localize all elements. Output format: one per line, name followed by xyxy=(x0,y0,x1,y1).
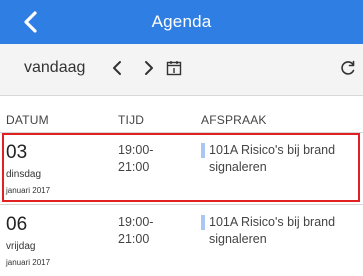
agenda-row[interactable]: 03 dinsdag januari 2017 19:00- 21:00 101… xyxy=(0,133,363,204)
calendar-button[interactable] xyxy=(166,60,182,76)
column-header-time: TIJD xyxy=(118,113,145,127)
row-time: 19:00- 21:00 xyxy=(118,214,178,248)
agenda-row[interactable]: 06 vrijdag januari 2017 19:00- 21:00 101… xyxy=(0,205,363,276)
refresh-button[interactable] xyxy=(339,59,357,77)
row-weekday: vrijdag xyxy=(6,241,36,252)
chevron-right-icon xyxy=(145,61,153,75)
next-button[interactable] xyxy=(142,59,156,77)
row-appointment-line2: signaleren xyxy=(209,232,267,246)
calendar-icon xyxy=(166,61,182,76)
date-toolbar: vandaag xyxy=(0,44,363,96)
row-day: 03 xyxy=(6,142,28,163)
row-appointment-line2: signaleren xyxy=(209,160,267,174)
row-month: januari 2017 xyxy=(6,258,51,267)
today-button[interactable]: vandaag xyxy=(24,59,85,77)
row-time-end: 21:00 xyxy=(118,232,150,246)
column-header-appointment: AFSPRAAK xyxy=(201,113,267,127)
refresh-icon xyxy=(341,60,355,75)
row-weekday: dinsdag xyxy=(6,169,42,180)
page-title: Agenda xyxy=(151,12,212,31)
row-time-end: 21:00 xyxy=(118,160,150,174)
app-header: Agenda xyxy=(0,0,363,44)
appointment-color-bar xyxy=(201,215,205,230)
appointment-color-bar xyxy=(201,143,205,158)
row-time-start: 19:00- xyxy=(118,143,154,157)
row-month: januari 2017 xyxy=(6,186,51,195)
row-appointment-line1: 101A Risico's bij brand xyxy=(209,143,336,157)
previous-button[interactable] xyxy=(110,59,124,77)
column-header-date: DATUM xyxy=(6,113,49,127)
row-appointment: 101A Risico's bij brand signaleren xyxy=(209,214,359,248)
row-day: 06 xyxy=(6,214,28,235)
row-time-start: 19:00- xyxy=(118,215,154,229)
row-time: 19:00- 21:00 xyxy=(118,142,178,176)
agenda-screen: Agenda vandaag DATUM TIJD AFSPRAAK 03 di… xyxy=(0,0,363,269)
row-appointment-line1: 101A Risico's bij brand xyxy=(209,215,336,229)
chevron-left-icon xyxy=(113,61,121,75)
row-appointment: 101A Risico's bij brand signaleren xyxy=(209,142,359,176)
